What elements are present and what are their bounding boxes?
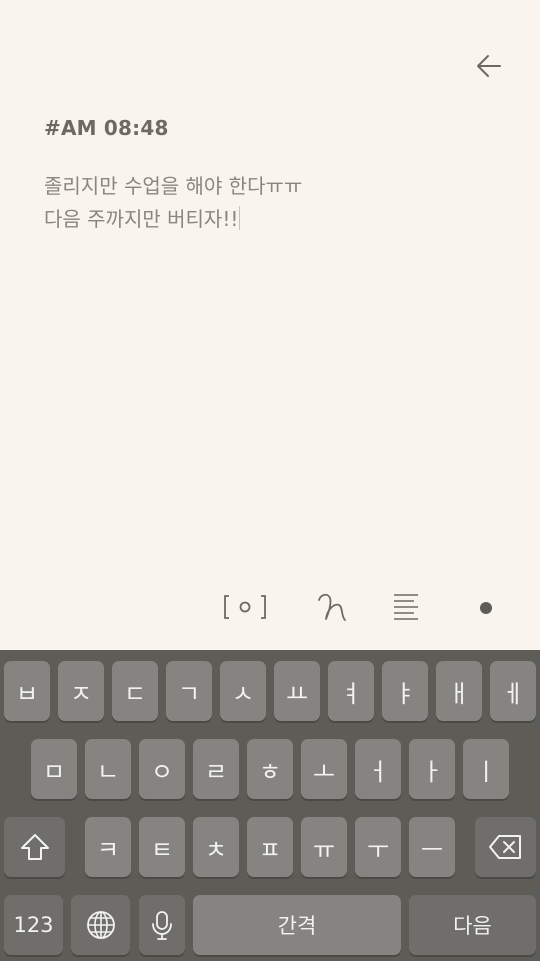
editor-toolbar <box>0 584 540 628</box>
key-label: ㅜ <box>366 835 390 864</box>
key-n[interactable]: ㄴ <box>85 739 131 799</box>
key-r[interactable]: ㄹ <box>193 739 239 799</box>
key-u[interactable]: ㅜ <box>355 817 401 877</box>
key-b[interactable]: ㅂ <box>4 661 50 721</box>
note-body[interactable]: 졸리지만 수업을 해야 한다ㅠㅠ 다음 주까지만 버티자!! <box>44 170 494 236</box>
camera-frame-button[interactable] <box>221 584 269 628</box>
key-ae[interactable]: ㅐ <box>436 661 482 721</box>
key-s[interactable]: ㅅ <box>220 661 266 721</box>
key-h[interactable]: ㅎ <box>247 739 293 799</box>
key-label: ㅓ <box>366 757 390 786</box>
note-title: #AM 08:48 <box>44 116 169 140</box>
key-label: ㅐ <box>447 679 471 708</box>
key-label: ㄹ <box>204 757 228 786</box>
note-line: 다음 주까지만 버티자!! <box>44 207 239 231</box>
key-label: ㅡ <box>420 835 444 864</box>
note-line-with-caret: 다음 주까지만 버티자!! <box>44 203 494 236</box>
key-yeo[interactable]: ㅕ <box>328 661 374 721</box>
key-eo[interactable]: ㅓ <box>355 739 401 799</box>
note-line: 졸리지만 수업을 해야 한다ㅠㅠ <box>44 174 303 198</box>
globe-icon <box>86 911 115 939</box>
key-yu[interactable]: ㅠ <box>301 817 347 877</box>
key-label: ㅔ <box>501 679 525 708</box>
key-e[interactable]: ㅔ <box>490 661 536 721</box>
align-icon <box>394 594 418 620</box>
shift-key[interactable] <box>4 817 65 877</box>
color-button[interactable] <box>458 584 506 628</box>
key-label: ㅎ <box>258 757 282 786</box>
key-label: ㅣ <box>474 757 498 786</box>
key-label: 123 <box>13 913 54 937</box>
key-label: ㅅ <box>231 679 255 708</box>
key-t[interactable]: ㅌ <box>139 817 185 877</box>
key-m[interactable]: ㅁ <box>31 739 77 799</box>
align-button[interactable] <box>382 584 430 628</box>
back-button[interactable] <box>470 48 510 84</box>
key-g[interactable]: ㄱ <box>166 661 212 721</box>
key-yo[interactable]: ㅛ <box>274 661 320 721</box>
backspace-icon <box>488 835 521 859</box>
key-label: ㅕ <box>339 679 363 708</box>
key-label: ㅋ <box>96 835 120 864</box>
key-label: ㅌ <box>150 835 174 864</box>
numbers-key[interactable]: 123 <box>4 895 63 955</box>
key-label: ㅛ <box>285 679 309 708</box>
korean-keyboard: ㅂ ㅈ ㄷ ㄱ ㅅ ㅛ ㅕ ㅑ ㅐ ㅔ ㅁ ㄴ ㅇ ㄹ ㅎ ㅗ ㅓ ㅏ ㅣ ㅋ … <box>0 650 540 961</box>
key-i[interactable]: ㅣ <box>463 739 509 799</box>
key-ya[interactable]: ㅑ <box>382 661 428 721</box>
key-label: ㅁ <box>42 757 66 786</box>
back-arrow-icon <box>477 55 501 77</box>
key-label: ㅂ <box>15 679 39 708</box>
key-j[interactable]: ㅈ <box>58 661 104 721</box>
key-label: 다음 <box>453 914 492 938</box>
key-ch[interactable]: ㅊ <box>193 817 239 877</box>
key-label: ㅠ <box>312 835 336 864</box>
pen-button[interactable] <box>308 584 356 628</box>
key-d[interactable]: ㄷ <box>112 661 158 721</box>
key-label: ㅈ <box>69 679 93 708</box>
key-o[interactable]: ㅗ <box>301 739 347 799</box>
key-ng[interactable]: ㅇ <box>139 739 185 799</box>
microphone-key[interactable] <box>139 895 185 955</box>
key-label: ㄴ <box>96 757 120 786</box>
camera-frame-icon <box>224 595 266 619</box>
key-k[interactable]: ㅋ <box>85 817 131 877</box>
key-label: ㅏ <box>420 757 444 786</box>
key-p[interactable]: ㅍ <box>247 817 293 877</box>
key-a[interactable]: ㅏ <box>409 739 455 799</box>
key-label: 간격 <box>277 914 317 938</box>
pen-icon <box>318 593 346 621</box>
text-caret <box>239 206 241 230</box>
return-key[interactable]: 다음 <box>409 895 536 955</box>
key-label: ㅍ <box>258 835 282 864</box>
globe-key[interactable] <box>71 895 130 955</box>
key-label: ㅗ <box>312 757 336 786</box>
color-dot-icon <box>480 602 492 614</box>
microphone-icon <box>152 911 172 940</box>
note-editor: #AM 08:48 졸리지만 수업을 해야 한다ㅠㅠ 다음 주까지만 버티자!! <box>0 0 540 650</box>
key-label: ㅑ <box>393 679 417 708</box>
key-label: ㅇ <box>150 757 174 786</box>
key-label: ㅊ <box>204 835 228 864</box>
key-eu[interactable]: ㅡ <box>409 817 455 877</box>
key-label: ㄷ <box>123 679 147 708</box>
shift-icon <box>20 834 49 860</box>
backspace-key[interactable] <box>475 817 536 877</box>
key-label: ㄱ <box>177 679 201 708</box>
space-key[interactable]: 간격 <box>193 895 401 955</box>
